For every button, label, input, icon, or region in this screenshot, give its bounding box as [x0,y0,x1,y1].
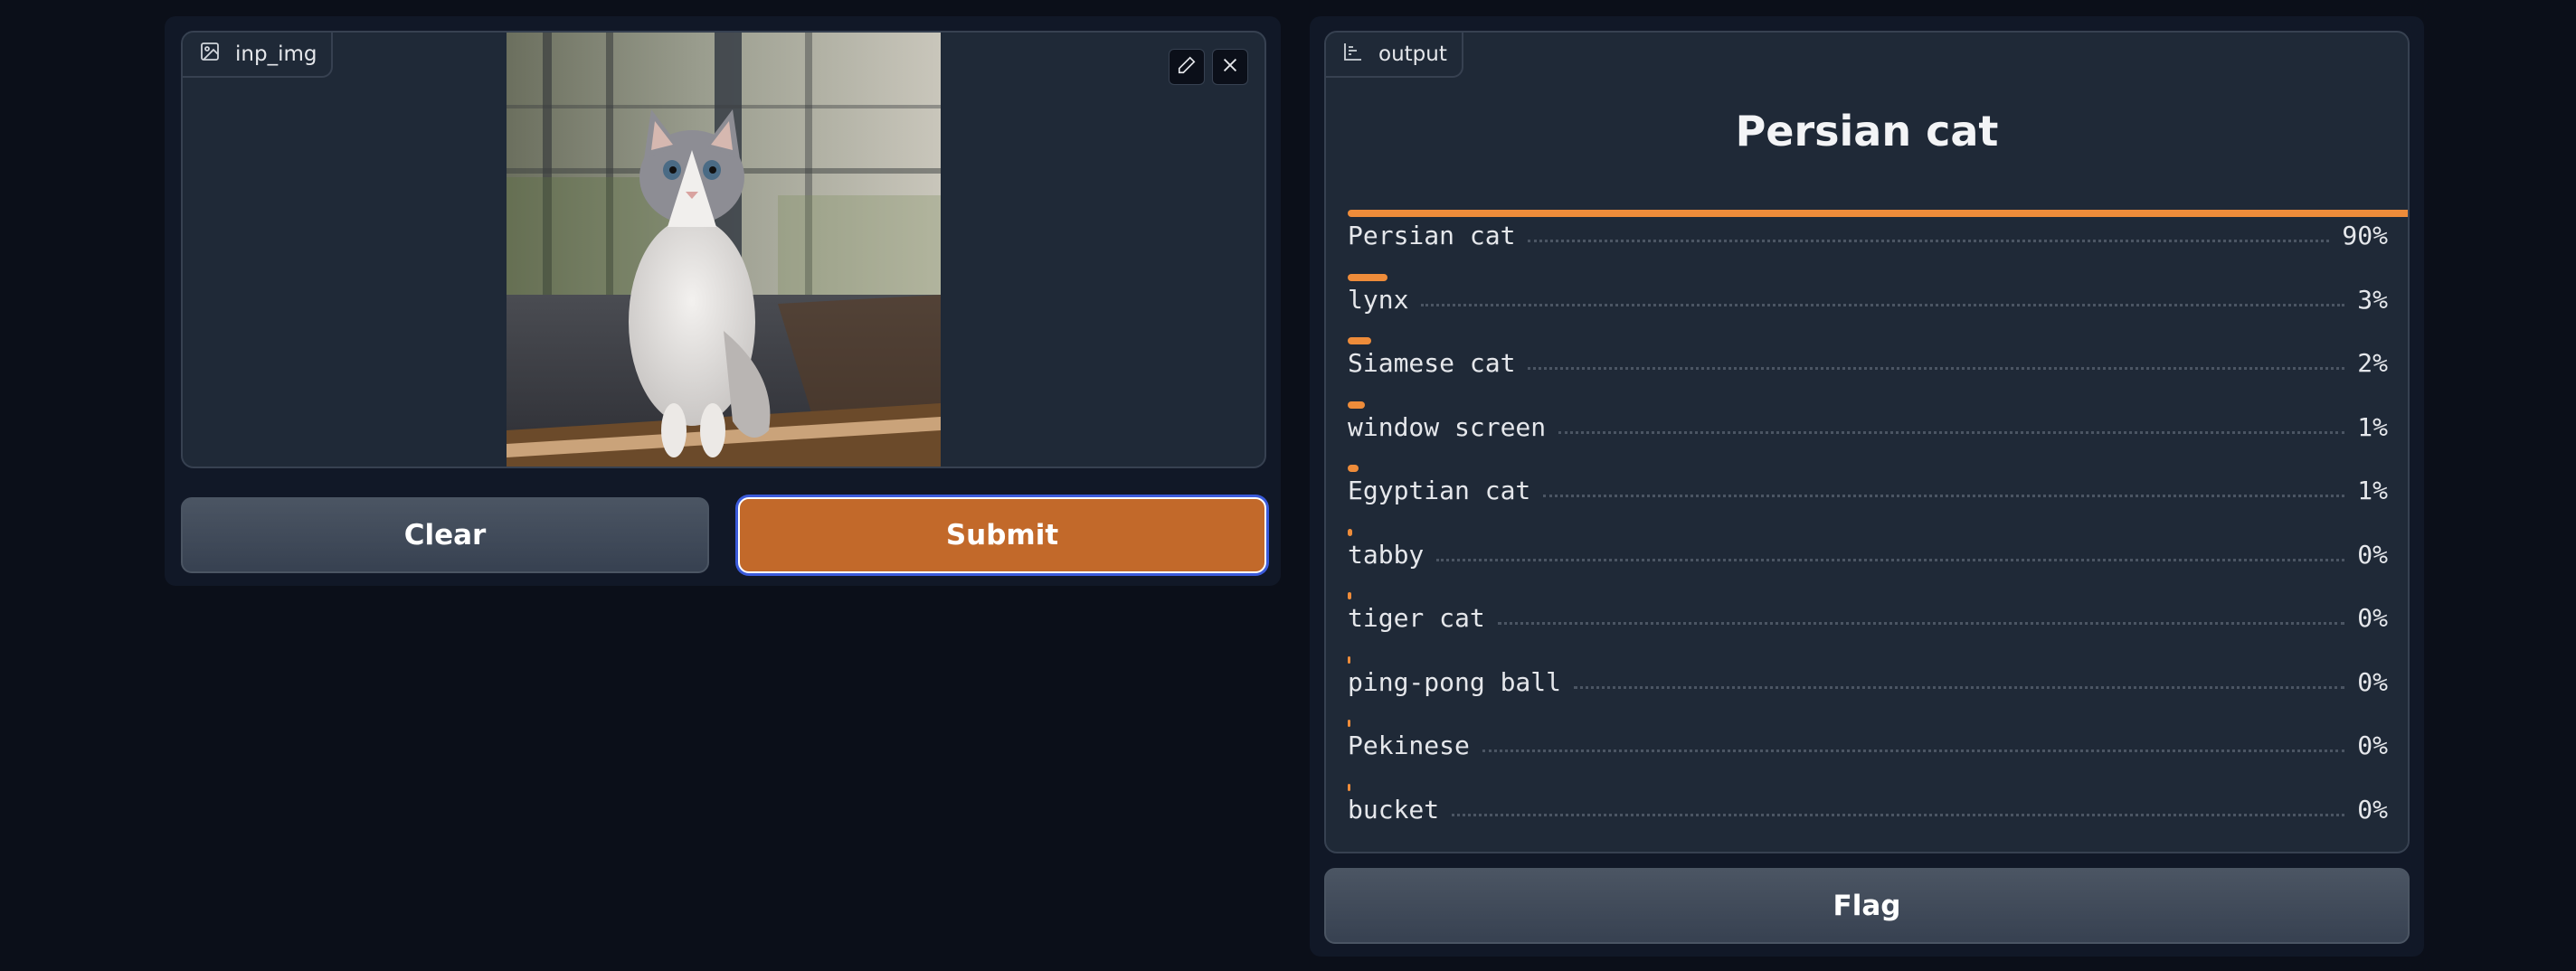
dotted-leader [1436,558,2345,561]
dotted-leader [1421,303,2345,306]
confidence-percent: 2% [2357,348,2388,378]
confidence-percent: 0% [2357,603,2388,633]
image-input-block[interactable]: inp_img [181,31,1266,468]
confidence-percent: 0% [2357,539,2388,570]
confidence-label: Pekinese [1348,731,1470,760]
confidence-label: bucket [1348,794,1440,825]
dotted-leader [1528,240,2330,242]
confidence-percent: 90% [2342,221,2388,250]
close-icon [1220,55,1240,79]
confidence-label: Egyptian cat [1348,476,1531,505]
confidence-row: Siamese cat 2% [1348,337,2388,401]
confidence-bar [1348,465,1359,472]
remove-image-button[interactable] [1212,49,1248,85]
confidence-label: ping-pong ball [1348,666,1562,697]
confidence-bar [1348,273,1387,281]
output-label-text: output [1378,42,1447,66]
dotted-leader [1574,685,2345,689]
label-output-block: output Persian cat Persian cat 90% lynx 3% S… [1324,31,2410,853]
dotted-leader [1558,430,2345,434]
confidence-bar [1348,720,1350,727]
submit-button[interactable]: Submit [738,497,1266,573]
confidence-text: tiger cat 0% [1348,603,2388,633]
confidence-label: lynx [1348,284,1409,315]
confidence-label: window screen [1348,411,1547,442]
confidence-bar [1348,655,1350,664]
confidence-text: tabby 0% [1348,540,2388,570]
confidence-label: Persian cat [1348,221,1516,250]
bar-chart-icon [1342,41,1364,68]
confidence-text: ping-pong ball 0% [1348,667,2388,697]
input-label-text: inp_img [235,42,317,66]
confidence-percent: 3% [2357,284,2388,315]
confidence-text: Pekinese 0% [1348,731,2388,760]
confidence-percent: 0% [2357,794,2388,825]
confidence-text: Egyptian cat 1% [1348,476,2388,505]
confidence-bar [1348,210,2408,217]
flag-button[interactable]: Flag [1324,868,2410,944]
clear-button[interactable]: Clear [181,497,709,573]
confidence-percent: 0% [2357,731,2388,760]
confidence-row: Egyptian cat 1% [1348,465,2388,529]
confidence-bar [1348,337,1372,344]
confidence-label: tiger cat [1348,603,1485,633]
confidence-percent: 1% [2357,476,2388,505]
confidence-bar [1348,592,1351,599]
dotted-leader [1482,749,2345,752]
confidence-row: lynx 3% [1348,273,2388,338]
dotted-leader [1452,813,2345,816]
confidence-bar [1348,783,1350,791]
confidence-row: tiger cat 0% [1348,592,2388,656]
dotted-leader [1528,367,2345,370]
input-label: inp_img [183,33,334,78]
confidence-text: bucket 0% [1348,795,2388,825]
confidence-percent: 0% [2357,666,2388,697]
pencil-icon [1177,55,1197,79]
confidence-bar [1348,528,1353,536]
predicted-label: Persian cat [1735,107,1999,156]
confidence-label: tabby [1348,539,1425,570]
edit-image-button[interactable] [1169,49,1205,85]
confidence-label: Siamese cat [1348,348,1516,378]
confidence-row: tabby 0% [1348,528,2388,593]
output-panel: output Persian cat Persian cat 90% lynx 3% S… [1310,16,2424,957]
confidence-row: Pekinese 0% [1348,720,2388,784]
input-panel: inp_img Clear Submit [165,16,1281,586]
image-icon [199,41,221,68]
confidence-text: Persian cat 90% [1348,221,2388,250]
confidence-percent: 1% [2357,411,2388,442]
confidence-row: window screen 1% [1348,401,2388,466]
output-label: output [1326,33,1463,78]
confidence-list: Persian cat 90% lynx 3% Siamese cat 2% window … [1348,210,2408,848]
confidence-row: bucket 0% [1348,783,2388,848]
confidence-text: lynx 3% [1348,285,2388,315]
confidence-text: Siamese cat 2% [1348,348,2388,378]
dotted-leader [1497,622,2345,625]
confidence-row: ping-pong ball 0% [1348,655,2388,721]
confidence-row: Persian cat 90% [1348,210,2408,274]
dotted-leader [1543,495,2345,497]
cat-photo [507,33,941,467]
confidence-bar [1348,401,1365,409]
confidence-text: window screen 1% [1348,412,2388,442]
